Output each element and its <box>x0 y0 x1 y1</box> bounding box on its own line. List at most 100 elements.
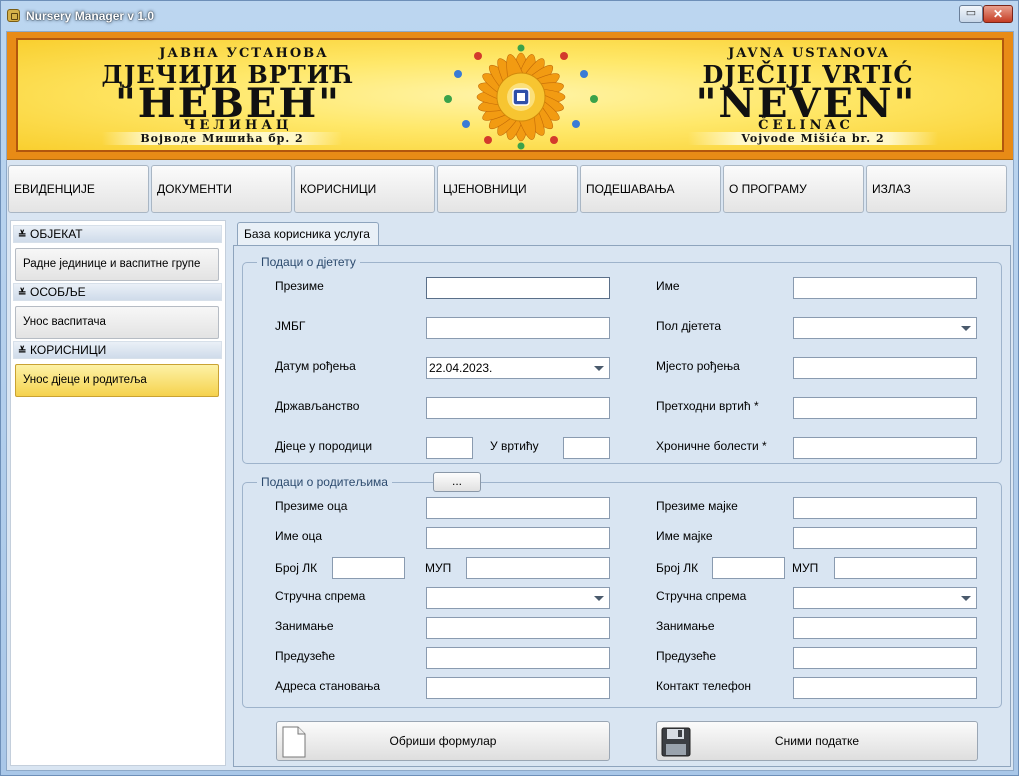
sidebar-section-facility[interactable]: ≚ ОБЈЕКАТ <box>13 225 222 243</box>
sidebar-section-label: ОБЈЕКАТ <box>30 227 83 241</box>
sidebar: ≚ ОБЈЕКАТ Радне јединице и васпитне групе… <box>10 220 226 766</box>
label-address: Адреса становања <box>275 679 381 693</box>
collapse-chevron-icon: ≚ <box>18 288 27 299</box>
label-father-education: Стручна спрема <box>275 589 366 603</box>
tab-panel: Подаци о дјетету Презиме Име ЈМБГ Пол дј… <box>233 245 1011 767</box>
label-phone: Контакт телефон <box>656 679 752 693</box>
label-jmbg: ЈМБГ <box>275 319 306 333</box>
main-panel: База корисника услуга Подаци о дјетету П… <box>233 222 1011 767</box>
minimize-button[interactable]: ▭ <box>959 5 983 23</box>
clear-form-label: Обриши формулар <box>389 734 497 748</box>
mother-education-select[interactable] <box>793 587 977 609</box>
sidebar-section-staff[interactable]: ≚ ОСОБЉЕ <box>13 283 222 301</box>
citizenship-field[interactable] <box>426 397 610 419</box>
child-surname-field[interactable] <box>426 277 610 299</box>
child-jmbg-field[interactable] <box>426 317 610 339</box>
child-gender-select[interactable] <box>793 317 977 339</box>
menu-settings[interactable]: ПОДЕШАВАЊА <box>580 165 721 213</box>
sidebar-section-users[interactable]: ≚ КОРИСНИЦИ <box>13 341 222 359</box>
father-id-card-field[interactable] <box>332 557 405 579</box>
sunflower-logo-icon <box>444 44 598 150</box>
birth-date-picker[interactable]: 22.04.2023. <box>426 357 610 379</box>
clear-form-button[interactable]: Обриши формулар <box>276 721 610 761</box>
label-father-occupation: Занимање <box>275 619 334 633</box>
phone-field[interactable] <box>793 677 977 699</box>
birth-date-value: 22.04.2023. <box>429 361 493 375</box>
label-father-mup: МУП <box>425 561 452 575</box>
father-surname-field[interactable] <box>426 497 610 519</box>
label-chronic-diseases: Хроничне болести * <box>656 439 767 453</box>
tab-user-database[interactable]: База корисника услуга <box>237 222 379 246</box>
label-gender: Пол дјетета <box>656 319 721 333</box>
label-mother-id-card: Број ЛК <box>656 561 699 575</box>
app-icon <box>7 9 20 22</box>
sidebar-item-children-parents[interactable]: Унос дјеце и родитеља <box>15 364 219 397</box>
collapse-chevron-icon: ≚ <box>18 346 27 357</box>
window-title: Nursery Manager v 1.0 <box>26 9 155 23</box>
label-name: Име <box>656 279 680 293</box>
banner-left-address: Војводе Мишића бр. 2 <box>102 132 342 145</box>
label-surname: Презиме <box>275 279 324 293</box>
mother-id-card-field[interactable] <box>712 557 785 579</box>
title-bar[interactable]: Nursery Manager v 1.0 ▭ ✕ <box>1 1 1018 31</box>
label-prev-kindergarten: Претходни вртић * <box>656 399 759 413</box>
mother-company-field[interactable] <box>793 647 977 669</box>
banner-right-town: ČELINAC <box>758 118 854 133</box>
address-field[interactable] <box>426 677 610 699</box>
father-name-field[interactable] <box>426 527 610 549</box>
birth-place-field[interactable] <box>793 357 977 379</box>
in-kindergarten-field[interactable] <box>563 437 610 459</box>
banner-left-institution: ЈАВНА УСТАНОВА <box>159 46 329 61</box>
chevron-down-icon <box>594 366 604 371</box>
group-title: Подаци о родитељима <box>257 474 392 490</box>
label-mother-education: Стручна спрема <box>656 589 747 603</box>
label-birth-place: Мјесто рођења <box>656 359 740 373</box>
floppy-disk-icon <box>661 727 691 757</box>
label-mother-company: Предузеће <box>656 649 717 663</box>
save-data-button[interactable]: Сними податке <box>656 721 978 761</box>
label-mother-name: Име мајке <box>656 529 713 543</box>
sidebar-item-educators[interactable]: Унос васпитача <box>15 306 219 339</box>
close-button[interactable]: ✕ <box>983 5 1013 23</box>
parents-data-group: Подаци о родитељима ... Презиме оца През… <box>242 472 1002 708</box>
sidebar-section-label: КОРИСНИЦИ <box>30 343 107 357</box>
group-title: Подаци о дјетету <box>257 254 360 270</box>
label-children-in-family: Дјеце у породици <box>275 439 373 453</box>
menu-price-lists[interactable]: ЦЈЕНОВНИЦИ <box>437 165 578 213</box>
sidebar-item-work-units[interactable]: Радне јединице и васпитне групе <box>15 248 219 281</box>
sidebar-section-label: ОСОБЉЕ <box>30 285 86 299</box>
chronic-diseases-field[interactable] <box>793 437 977 459</box>
chevron-down-icon <box>961 596 971 601</box>
banner: ЈАВНА УСТАНОВА ДЈЕЧИЈИ ВРТИЋ "НЕВЕН" ЧЕЛ… <box>7 32 1013 160</box>
prev-kindergarten-field[interactable] <box>793 397 977 419</box>
collapse-chevron-icon: ≚ <box>18 230 27 241</box>
father-occupation-field[interactable] <box>426 617 610 639</box>
mother-surname-field[interactable] <box>793 497 977 519</box>
menu-documents[interactable]: ДОКУМЕНТИ <box>151 165 292 213</box>
label-mother-occupation: Занимање <box>656 619 715 633</box>
label-in-kindergarten: У вртићу <box>490 439 539 453</box>
mother-mup-field[interactable] <box>834 557 977 579</box>
child-name-field[interactable] <box>793 277 977 299</box>
menu-records[interactable]: ЕВИДЕНЦИЈЕ <box>8 165 149 213</box>
mother-occupation-field[interactable] <box>793 617 977 639</box>
father-education-select[interactable] <box>426 587 610 609</box>
label-citizenship: Држављанство <box>275 399 360 413</box>
parents-browse-button[interactable]: ... <box>433 472 481 492</box>
mother-name-field[interactable] <box>793 527 977 549</box>
menu-about[interactable]: О ПРОГРАМУ <box>723 165 864 213</box>
father-company-field[interactable] <box>426 647 610 669</box>
child-data-group: Подаци о дјетету Презиме Име ЈМБГ Пол дј… <box>242 254 1002 464</box>
menu-users[interactable]: КОРИСНИЦИ <box>294 165 435 213</box>
client-area: ЈАВНА УСТАНОВА ДЈЕЧИЈИ ВРТИЋ "НЕВЕН" ЧЕЛ… <box>6 31 1014 771</box>
chevron-down-icon <box>594 596 604 601</box>
banner-panel: ЈАВНА УСТАНОВА ДЈЕЧИЈИ ВРТИЋ "НЕВЕН" ЧЕЛ… <box>16 38 1004 152</box>
father-mup-field[interactable] <box>466 557 610 579</box>
label-mother-mup: МУП <box>792 561 819 575</box>
menu-exit[interactable]: ИЗЛАЗ <box>866 165 1007 213</box>
banner-left-town: ЧЕЛИНАЦ <box>183 118 293 133</box>
label-birth-date: Датум рођења <box>275 359 356 373</box>
children-in-family-field[interactable] <box>426 437 473 459</box>
chevron-down-icon <box>961 326 971 331</box>
save-data-label: Сними податке <box>774 734 860 748</box>
